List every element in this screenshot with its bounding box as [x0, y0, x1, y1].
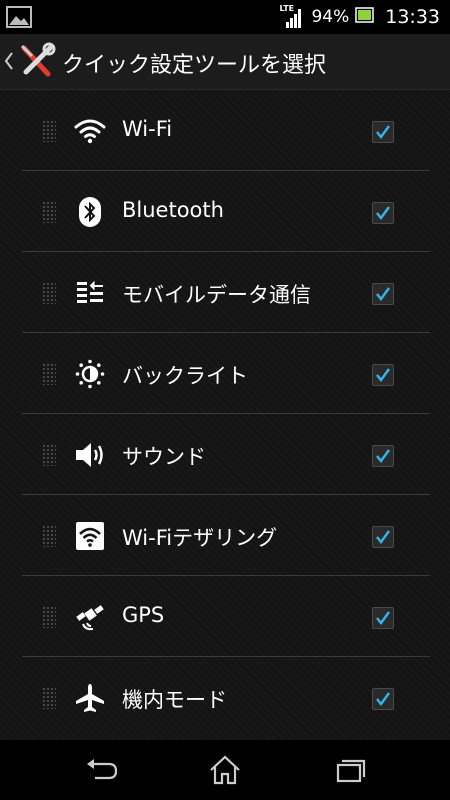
page-title: クイック設定ツールを選択	[62, 53, 327, 78]
list-item-label: GPS	[122, 603, 165, 627]
list-item-sound[interactable]: サウンド	[22, 414, 430, 495]
battery-percent: 94%	[311, 7, 350, 27]
navigation-bar	[0, 740, 450, 800]
battery-icon	[355, 7, 375, 27]
list-item-label: Wi-Fi	[122, 117, 173, 141]
list-item-backlight[interactable]: バックライト	[22, 333, 430, 414]
wifi-icon	[74, 115, 106, 147]
drag-handle[interactable]	[42, 363, 56, 385]
list-item-airplane-mode[interactable]: 機内モード	[22, 657, 430, 738]
list-item-label: Bluetooth	[122, 198, 224, 222]
checkbox[interactable]	[372, 283, 394, 305]
airplane-mode-icon	[74, 682, 106, 714]
checkbox[interactable]	[372, 364, 394, 386]
drag-handle[interactable]	[42, 444, 56, 466]
drag-handle[interactable]	[42, 606, 56, 628]
status-clock: 13:33	[385, 6, 440, 28]
checkbox[interactable]	[372, 121, 394, 143]
list-item-label: Wi-Fiテザリング	[122, 526, 278, 550]
list-item-label: バックライト	[122, 364, 248, 388]
back-caret-icon[interactable]	[4, 50, 14, 76]
list-item-label: 機内モード	[122, 688, 227, 712]
list-item-wifi[interactable]: Wi-Fi	[22, 90, 430, 171]
drag-handle[interactable]	[42, 201, 56, 223]
gps-icon	[74, 601, 106, 633]
sound-icon	[74, 439, 106, 471]
recent-apps-icon	[336, 759, 366, 783]
backlight-icon	[74, 358, 106, 390]
drag-handle[interactable]	[42, 282, 56, 304]
list-item-label: モバイルデータ通信	[122, 283, 311, 307]
checkbox[interactable]	[372, 688, 394, 710]
home-icon	[210, 755, 240, 785]
checkbox[interactable]	[372, 445, 394, 467]
action-bar: クイック設定ツールを選択	[0, 34, 450, 90]
back-button[interactable]	[82, 754, 122, 786]
checkbox[interactable]	[372, 202, 394, 224]
drag-handle[interactable]	[42, 525, 56, 547]
checkbox[interactable]	[372, 607, 394, 629]
back-arrow-icon	[87, 759, 118, 780]
recent-apps-button[interactable]	[330, 754, 370, 786]
wifi-tethering-icon	[74, 520, 106, 552]
checkbox[interactable]	[372, 526, 394, 548]
list-item-mobile-data[interactable]: モバイルデータ通信	[22, 252, 430, 333]
quick-settings-list: Wi-Fi Bluetooth モバイルデータ通信 バックライト サウンド Wi…	[0, 90, 450, 740]
status-bar: LTE 94% 13:33	[0, 0, 450, 34]
home-button[interactable]	[205, 754, 245, 786]
gallery-notification-icon	[6, 5, 32, 33]
drag-handle[interactable]	[42, 120, 56, 142]
list-item-label: サウンド	[122, 445, 206, 469]
bluetooth-icon	[74, 196, 106, 228]
tools-icon[interactable]	[18, 42, 56, 84]
list-item-wifi-tethering[interactable]: Wi-Fiテザリング	[22, 495, 430, 576]
list-item-gps[interactable]: GPS	[22, 576, 430, 657]
lte-signal-icon: LTE	[279, 4, 305, 30]
mobile-data-icon	[74, 277, 106, 309]
list-item-bluetooth[interactable]: Bluetooth	[22, 171, 430, 252]
drag-handle[interactable]	[42, 687, 56, 709]
